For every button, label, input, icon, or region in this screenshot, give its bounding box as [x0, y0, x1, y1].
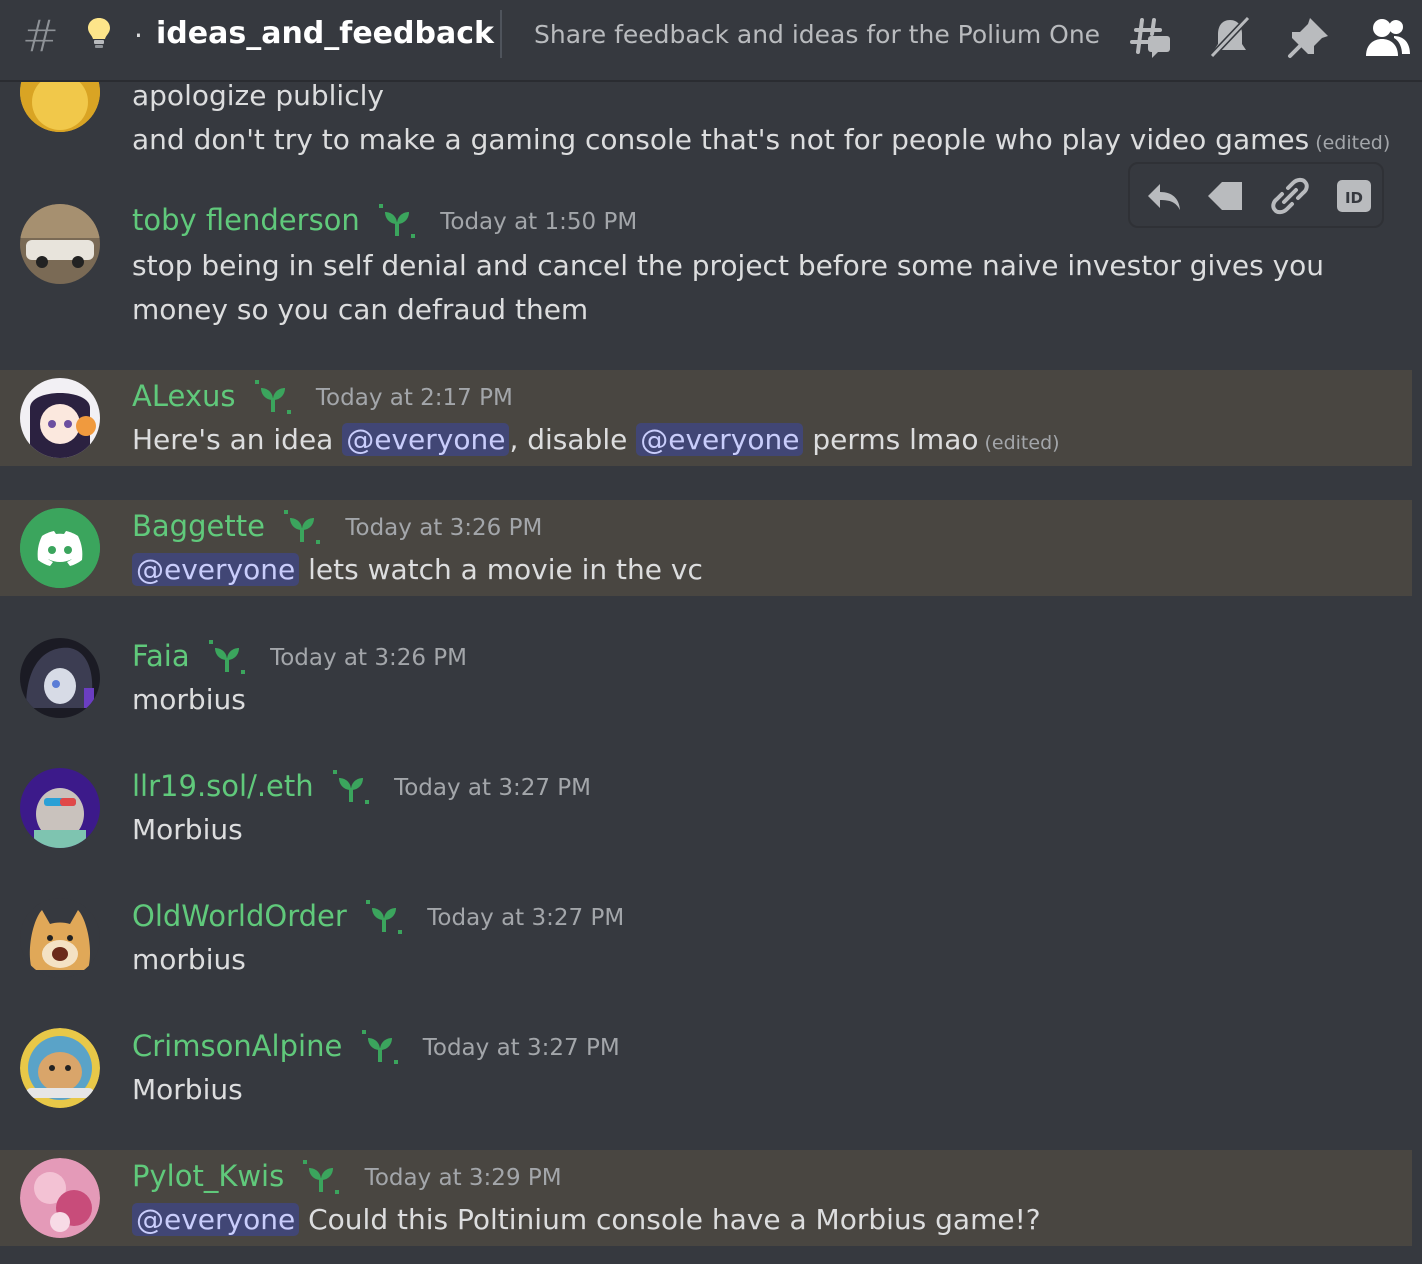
channel-name: ideas_and_feedback: [156, 16, 494, 51]
username[interactable]: ALexus: [132, 379, 235, 413]
link-icon[interactable]: [1268, 174, 1312, 218]
avatar[interactable]: [20, 1028, 100, 1108]
username[interactable]: Baggette: [132, 509, 265, 543]
sprout-badge-icon: [366, 900, 403, 934]
message-text: , disable: [509, 423, 637, 456]
message-text: Could this Poltinium console have a Morb…: [299, 1203, 1041, 1236]
message-continuation[interactable]: apologize publicly and don't try to make…: [0, 82, 1412, 172]
username-row: Baggette Today at 3:26 PM: [132, 508, 542, 546]
username-row: llr19.sol/.eth Today at 3:27 PM: [132, 768, 591, 806]
username[interactable]: Pylot_Kwis: [132, 1159, 284, 1193]
timestamp: Today at 2:17 PM: [315, 385, 513, 411]
message-line: and don't try to make a gaming console t…: [132, 118, 1390, 165]
id-icon-label: ID: [1345, 189, 1363, 207]
username[interactable]: toby flenderson: [132, 203, 360, 237]
message[interactable]: llr19.sol/.eth Today at 3:27 PM Morbius: [0, 760, 1412, 870]
message-text: and don't try to make a gaming console t…: [132, 123, 1310, 156]
username[interactable]: OldWorldOrder: [132, 899, 347, 933]
sprout-badge-icon: [332, 770, 369, 804]
message[interactable]: CrimsonAlpine Today at 3:27 PM Morbius: [0, 1020, 1412, 1130]
username-row: ALexus Today at 2:17 PM: [132, 378, 513, 416]
message-mention-highlight[interactable]: Baggette Today at 3:26 PM @everyone lets…: [0, 500, 1412, 596]
avatar[interactable]: [20, 1158, 100, 1238]
username-row: OldWorldOrder Today at 3:27 PM: [132, 898, 624, 936]
timestamp: Today at 3:27 PM: [394, 775, 592, 801]
message-text: Morbius: [132, 1073, 243, 1106]
avatar[interactable]: [20, 508, 100, 588]
timestamp: Today at 3:29 PM: [364, 1165, 562, 1191]
sprout-badge-icon: [254, 380, 291, 414]
message[interactable]: Faia Today at 3:26 PM morbius: [0, 630, 1412, 740]
header-divider: [500, 10, 502, 58]
avatar[interactable]: [20, 204, 100, 284]
username[interactable]: Faia: [132, 639, 190, 673]
username-row: Faia Today at 3:26 PM: [132, 638, 467, 676]
message-text: perms lmao: [803, 423, 979, 456]
avatar[interactable]: [20, 638, 100, 718]
message-text: morbius: [132, 683, 246, 716]
edited-label: (edited): [984, 432, 1060, 454]
timestamp: Today at 3:27 PM: [422, 1035, 620, 1061]
message-mention-highlight[interactable]: ALexus Today at 2:17 PM Here's an idea @…: [0, 370, 1412, 466]
message-body: Here's an idea @everyone, disable @every…: [132, 418, 1060, 465]
edited-label: (edited): [1315, 132, 1391, 154]
message-text: morbius: [132, 943, 246, 976]
sprout-badge-icon: [284, 510, 321, 544]
channel-topic[interactable]: Share feedback and ideas for the Polium …: [534, 18, 1104, 52]
message-line: stop being in self denial and cancel the…: [132, 249, 1325, 282]
sprout-badge-icon: [208, 640, 245, 674]
message-mention-highlight[interactable]: Pylot_Kwis Today at 3:29 PM @everyone Co…: [0, 1150, 1412, 1246]
hash-icon: #: [22, 11, 59, 62]
avatar[interactable]: [20, 378, 100, 458]
message-text: Here's an idea: [132, 423, 343, 456]
pin-icon[interactable]: [1284, 14, 1332, 62]
timestamp: Today at 3:26 PM: [270, 645, 467, 671]
avatar[interactable]: [20, 898, 100, 978]
message-body: @everyone lets watch a movie in the vc: [132, 548, 703, 592]
username-row: Pylot_Kwis Today at 3:29 PM: [132, 1158, 562, 1196]
everyone-mention[interactable]: @everyone: [132, 1203, 300, 1236]
message-text: Morbius: [132, 813, 243, 846]
message-list[interactable]: apologize publicly and don't try to make…: [0, 82, 1422, 1264]
threads-icon[interactable]: [1126, 14, 1174, 62]
message-text: lets watch a movie in the vc: [299, 553, 703, 586]
username-row: toby flenderson Today at 1:50 PM: [132, 202, 637, 240]
id-icon[interactable]: ID: [1332, 174, 1376, 218]
username[interactable]: llr19.sol/.eth: [132, 769, 314, 803]
tag-icon[interactable]: [1204, 174, 1248, 218]
message-line: apologize publicly: [132, 82, 384, 112]
channel-header: # · ideas_and_feedback Share feedback an…: [0, 0, 1422, 82]
everyone-mention[interactable]: @everyone: [132, 553, 300, 586]
sprout-badge-icon: [379, 204, 416, 238]
message-line: money so you can defraud them: [132, 293, 589, 326]
avatar[interactable]: [20, 82, 100, 132]
reply-icon[interactable]: [1142, 174, 1186, 218]
message-body: @everyone Could this Poltinium console h…: [132, 1198, 1041, 1242]
username-row: CrimsonAlpine Today at 3:27 PM: [132, 1028, 620, 1066]
channel-separator-dot: ·: [134, 19, 143, 52]
member-list-icon[interactable]: [1362, 14, 1410, 62]
lightbulb-icon: [86, 16, 112, 54]
discord-logo-icon: [20, 508, 100, 588]
sprout-badge-icon: [303, 1160, 340, 1194]
username[interactable]: CrimsonAlpine: [132, 1029, 342, 1063]
everyone-mention[interactable]: @everyone: [342, 423, 510, 456]
message-actions-toolbar: ID: [1128, 162, 1384, 228]
avatar[interactable]: [20, 768, 100, 848]
everyone-mention[interactable]: @everyone: [636, 423, 804, 456]
sprout-badge-icon: [361, 1030, 398, 1064]
timestamp: Today at 1:50 PM: [440, 209, 638, 235]
message[interactable]: OldWorldOrder Today at 3:27 PM morbius: [0, 890, 1412, 1000]
timestamp: Today at 3:26 PM: [345, 515, 543, 541]
timestamp: Today at 3:27 PM: [427, 905, 625, 931]
mute-bell-icon[interactable]: [1206, 14, 1254, 62]
